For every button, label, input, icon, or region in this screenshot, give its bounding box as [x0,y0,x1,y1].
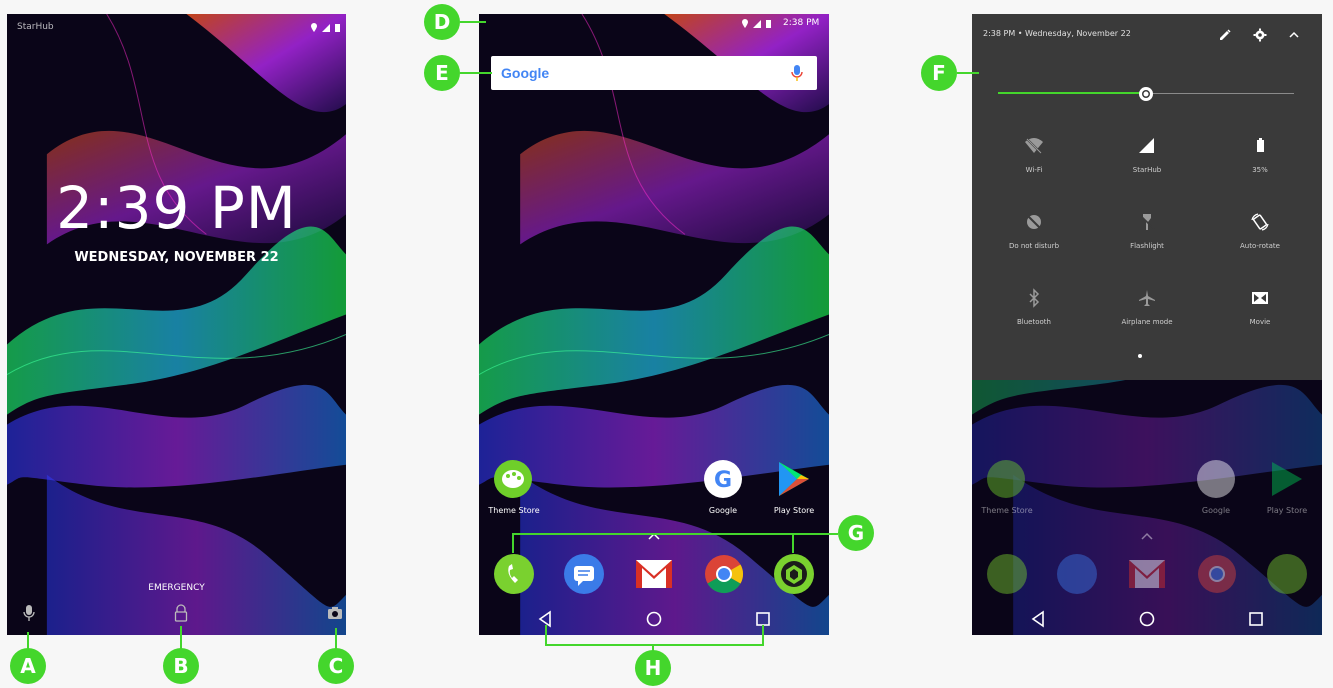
battery-icon[interactable] [1250,136,1270,156]
tile-dnd-label: Do not disturb [1008,242,1060,250]
callout-h-bracket-right [762,625,764,645]
callout-c: C [318,648,354,684]
cortex-icon [1267,554,1307,594]
wallpaper [479,14,829,635]
theme-store-label: Theme Store [488,506,540,515]
home-button-icon[interactable] [1136,608,1158,630]
theme-store-label: Theme Store [981,506,1033,515]
brightness-fill [998,92,1146,94]
emergency-button[interactable]: EMERGENCY [7,583,346,593]
flashlight-icon[interactable] [1137,212,1157,232]
callout-f: F [921,55,957,91]
callout-e: E [424,55,460,91]
callout-e-line [460,72,492,74]
play-store-icon [1272,462,1302,496]
airplane-mode-icon[interactable] [1137,288,1157,308]
app-drawer-chevron-icon [1141,532,1153,540]
tile-wifi-label: Wi-Fi [1025,166,1043,174]
messages-icon [1057,554,1097,594]
movie-mode-icon[interactable] [1250,288,1270,308]
home-screen: 2:38 PM Google Theme Store G Google Play… [479,14,829,635]
chrome-icon[interactable] [704,554,744,594]
callout-h: H [635,650,671,686]
callout-b: B [163,648,199,684]
play-store-label: Play Store [773,506,815,515]
page-indicator-dot [1138,354,1142,358]
theme-store-icon[interactable] [494,460,532,498]
google-app-icon [1197,460,1235,498]
tile-carrier-label: StarHub [1132,166,1162,174]
callout-h-bracket-bottom [545,644,764,646]
status-icons [742,19,771,28]
callout-g-bracket-left [512,533,514,553]
callout-f-line [957,72,979,74]
quick-settings-screen: Theme Store Google Play Store 2:38 PM • … [972,14,1322,635]
qs-header-datetime: 2:38 PM • Wednesday, November 22 [983,29,1131,38]
google-search-bar[interactable]: Google [491,56,817,90]
google-app-label: Google [708,506,738,515]
callout-g-bracket-right [792,533,794,553]
callout-d: D [424,4,460,40]
lock-time: 2:39 PM [56,174,297,242]
wifi-off-icon[interactable] [1024,136,1044,156]
do-not-disturb-icon[interactable] [1024,212,1044,232]
callout-h-bracket-left [545,625,547,645]
tile-airplane-label: Airplane mode [1121,318,1173,326]
theme-store-icon [987,460,1025,498]
gmail-icon [1129,560,1165,588]
gmail-icon[interactable] [634,558,674,590]
status-icons [311,23,340,32]
tile-flashlight-label: Flashlight [1130,242,1164,250]
bluetooth-icon[interactable] [1024,288,1044,308]
callout-d-line [460,21,486,23]
lock-icon[interactable] [173,604,189,622]
tile-bluetooth-label: Bluetooth [1017,318,1051,326]
settings-gear-icon[interactable] [1253,28,1267,42]
status-time: 2:38 PM [783,18,820,28]
messages-icon[interactable] [564,554,604,594]
play-store-icon[interactable] [775,460,813,498]
phone-icon[interactable] [494,554,534,594]
tile-autorotate-label: Auto-rotate [1239,242,1280,250]
phone-icon [987,554,1027,594]
auto-rotate-icon[interactable] [1250,212,1270,232]
lock-screen: StarHub 2:39 PM WEDNESDAY, NOVEMBER 22 E… [7,14,346,635]
back-button-icon[interactable] [1027,608,1049,630]
carrier-label: StarHub [17,22,54,32]
tile-battery-label: 35% [1252,166,1268,174]
callout-g-line [794,533,838,535]
cortex-icon[interactable] [774,554,814,594]
recents-button-icon[interactable] [1245,608,1267,630]
google-app-label: Google [1201,506,1231,515]
wallpaper [7,14,346,635]
callout-g: G [838,515,874,551]
camera-icon[interactable] [327,606,343,620]
svg-text:G: G [714,468,732,493]
mic-icon[interactable] [21,604,37,622]
edit-icon[interactable] [1218,28,1232,42]
quick-settings-panel: 2:38 PM • Wednesday, November 22 Wi-Fi S… [972,14,1322,380]
google-logo: Google [501,65,550,81]
cellular-signal-icon[interactable] [1137,136,1157,156]
chrome-icon [1198,555,1236,593]
brightness-thumb-icon[interactable] [1136,84,1156,104]
mic-icon[interactable] [791,65,803,81]
home-button-icon[interactable] [643,608,665,630]
tile-movie-label: Movie [1249,318,1271,326]
play-store-label: Play Store [1266,506,1308,515]
lock-date: WEDNESDAY, NOVEMBER 22 [74,250,279,265]
callout-a: A [10,648,46,684]
brightness-slider[interactable] [998,84,1294,104]
google-app-icon[interactable]: G [704,460,742,498]
collapse-chevron-icon[interactable] [1288,30,1300,40]
callout-g-bracket-top [512,533,794,535]
